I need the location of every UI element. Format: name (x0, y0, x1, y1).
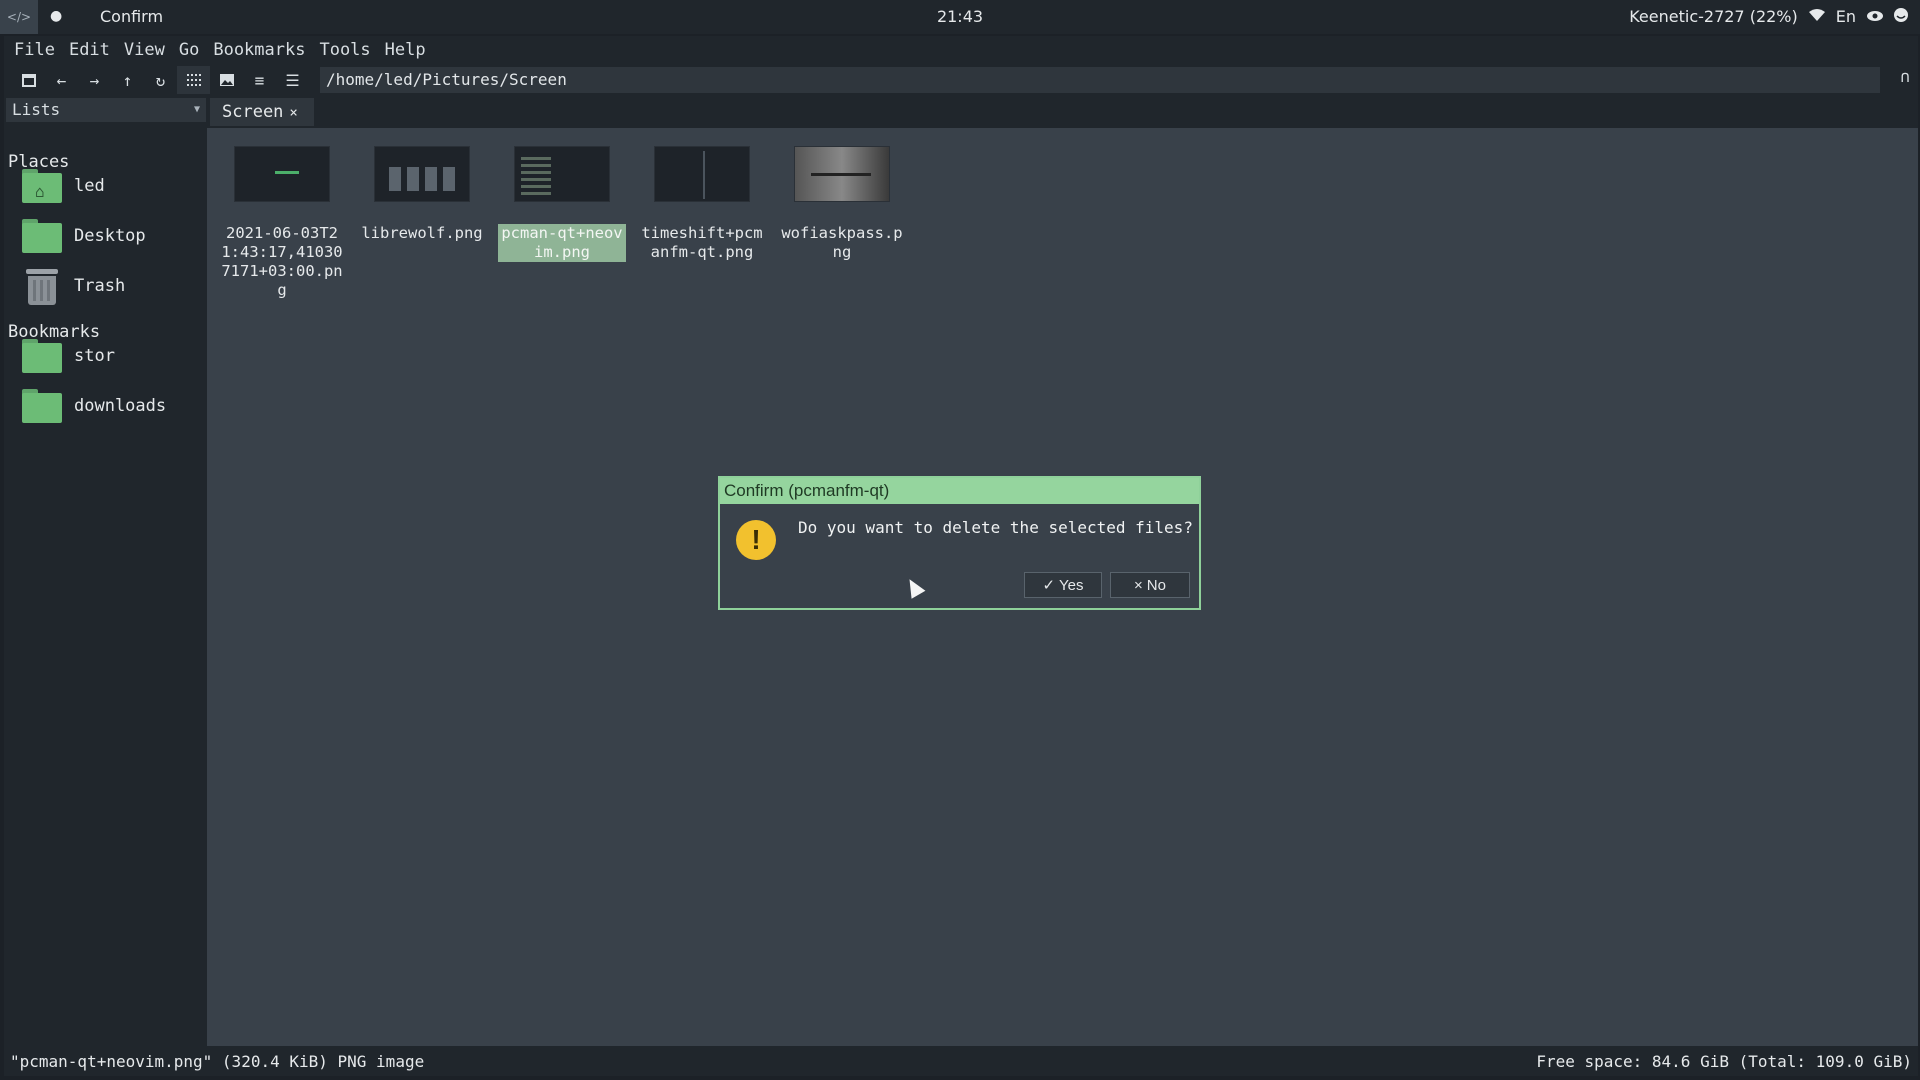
no-label: No (1146, 576, 1166, 594)
sidebar-item-downloads[interactable]: downloads (22, 386, 202, 426)
sidebar-item-led[interactable]: ⌂ led (22, 166, 202, 206)
folder-icon (22, 389, 62, 423)
sidebar-item-label: led (74, 176, 105, 196)
tab-screen[interactable]: Screen × (210, 98, 314, 126)
yes-button[interactable]: ✓ Yes (1024, 572, 1102, 598)
code-icon[interactable]: </> (0, 0, 38, 34)
sidebar-item-label: Trash (74, 276, 126, 296)
file-item[interactable]: timeshift+pcmanfm-qt.png (638, 146, 766, 262)
tab-row: Lists ▼ Screen × (4, 96, 1918, 128)
image-thumbnail (514, 146, 610, 202)
file-name: 2021-06-03T21:43:17,410307171+03:00.png (221, 224, 343, 299)
yes-label: Yes (1059, 576, 1084, 594)
toolbar: ← → ↑ ↻ ≡ ☰ /home/led/Pictures/Screen ∩ (4, 64, 1918, 96)
sidebar: Places ⌂ led Desktop Trash Bookmarks sto… (4, 128, 207, 1046)
tab-label: Screen (222, 102, 284, 122)
folder-icon (22, 339, 62, 373)
file-name: timeshift+pcmanfm-qt.png (641, 224, 763, 261)
sidebar-item-label: stor (74, 346, 115, 366)
no-button[interactable]: × No (1110, 572, 1190, 598)
side-pane-mode-select[interactable]: Lists ▼ (6, 98, 206, 122)
image-thumbnail (654, 146, 750, 202)
home-folder-icon: ⌂ (22, 169, 62, 203)
speech-bubble-icon[interactable]: ● (50, 8, 62, 24)
image-thumbnail (794, 146, 890, 202)
close-icon[interactable]: × (289, 105, 297, 121)
file-item[interactable]: librewolf.png (358, 146, 486, 243)
path-bar[interactable]: /home/led/Pictures/Screen (320, 67, 1880, 93)
sidebar-item-stor[interactable]: stor (22, 336, 202, 376)
menu-edit[interactable]: Edit (69, 40, 110, 60)
forward-icon[interactable]: → (78, 66, 111, 94)
dialog-message: Do you want to delete the selected files… (798, 518, 1193, 537)
image-thumbnail (234, 146, 330, 202)
sidebar-item-label: Desktop (74, 226, 146, 246)
menu-bookmarks[interactable]: Bookmarks (213, 40, 305, 60)
check-icon: ✓ (1042, 577, 1056, 594)
menu-help[interactable]: Help (385, 40, 426, 60)
tray: Keenetic-2727 (22%) En (1629, 7, 1908, 26)
sidebar-item-desktop[interactable]: Desktop (22, 216, 202, 256)
image-thumbnail (374, 146, 470, 202)
dialog-title[interactable]: Confirm (pcmanfm-qt) (720, 478, 1199, 504)
file-name: librewolf.png (361, 224, 483, 242)
top-panel: </> ● Confirm 21:43 Keenetic-2727 (22%) … (0, 0, 1920, 34)
menu-go[interactable]: Go (179, 40, 199, 60)
confirm-dialog: Confirm (pcmanfm-qt) ! Do you want to de… (718, 476, 1201, 610)
file-name: pcman-qt+neovim.png (498, 224, 626, 262)
selection-info: "pcman-qt+neovim.png" (320.4 KiB) PNG im… (10, 1052, 425, 1071)
chevron-down-icon: ▼ (193, 104, 200, 115)
folder-icon (22, 219, 62, 253)
file-item[interactable]: wofiaskpass.png (778, 146, 906, 262)
detailed-list-icon[interactable]: ☰ (276, 66, 309, 94)
file-item[interactable]: 2021-06-03T21:43:17,410307171+03:00.png (218, 146, 346, 300)
menu-view[interactable]: View (124, 40, 165, 60)
back-icon[interactable]: ← (45, 66, 78, 94)
thumbnail-view-icon[interactable] (210, 66, 243, 94)
network-status[interactable]: Keenetic-2727 (22%) (1629, 7, 1798, 26)
file-item-selected[interactable]: pcman-qt+neovim.png (498, 146, 626, 262)
keyboard-layout[interactable]: En (1836, 7, 1856, 26)
menubar: File Edit View Go Bookmarks Tools Help (4, 36, 1918, 64)
sidebar-item-trash[interactable]: Trash (22, 266, 202, 306)
filter-icon[interactable]: ∩ (1900, 67, 1910, 86)
wifi-icon[interactable] (1808, 7, 1826, 26)
compact-view-icon[interactable]: ≡ (243, 66, 276, 94)
menu-file[interactable]: File (14, 40, 55, 60)
eye-icon[interactable] (1866, 7, 1884, 26)
close-icon: × (1134, 576, 1143, 594)
reload-icon[interactable]: ↻ (144, 66, 177, 94)
free-space: Free space: 84.6 GiB (Total: 109.0 GiB) (1536, 1052, 1912, 1071)
icon-view-icon[interactable] (177, 66, 210, 94)
file-name: wofiaskpass.png (781, 224, 903, 261)
side-pane-mode-value: Lists (12, 100, 61, 119)
menu-tools[interactable]: Tools (319, 40, 370, 60)
warning-icon: ! (736, 520, 776, 560)
smile-icon[interactable] (1894, 7, 1908, 26)
up-icon[interactable]: ↑ (111, 66, 144, 94)
sidebar-item-label: downloads (74, 396, 167, 416)
status-bar: "pcman-qt+neovim.png" (320.4 KiB) PNG im… (4, 1046, 1918, 1076)
active-window-title: Confirm (100, 7, 164, 26)
new-tab-icon[interactable] (12, 66, 45, 94)
trash-icon (22, 267, 62, 305)
